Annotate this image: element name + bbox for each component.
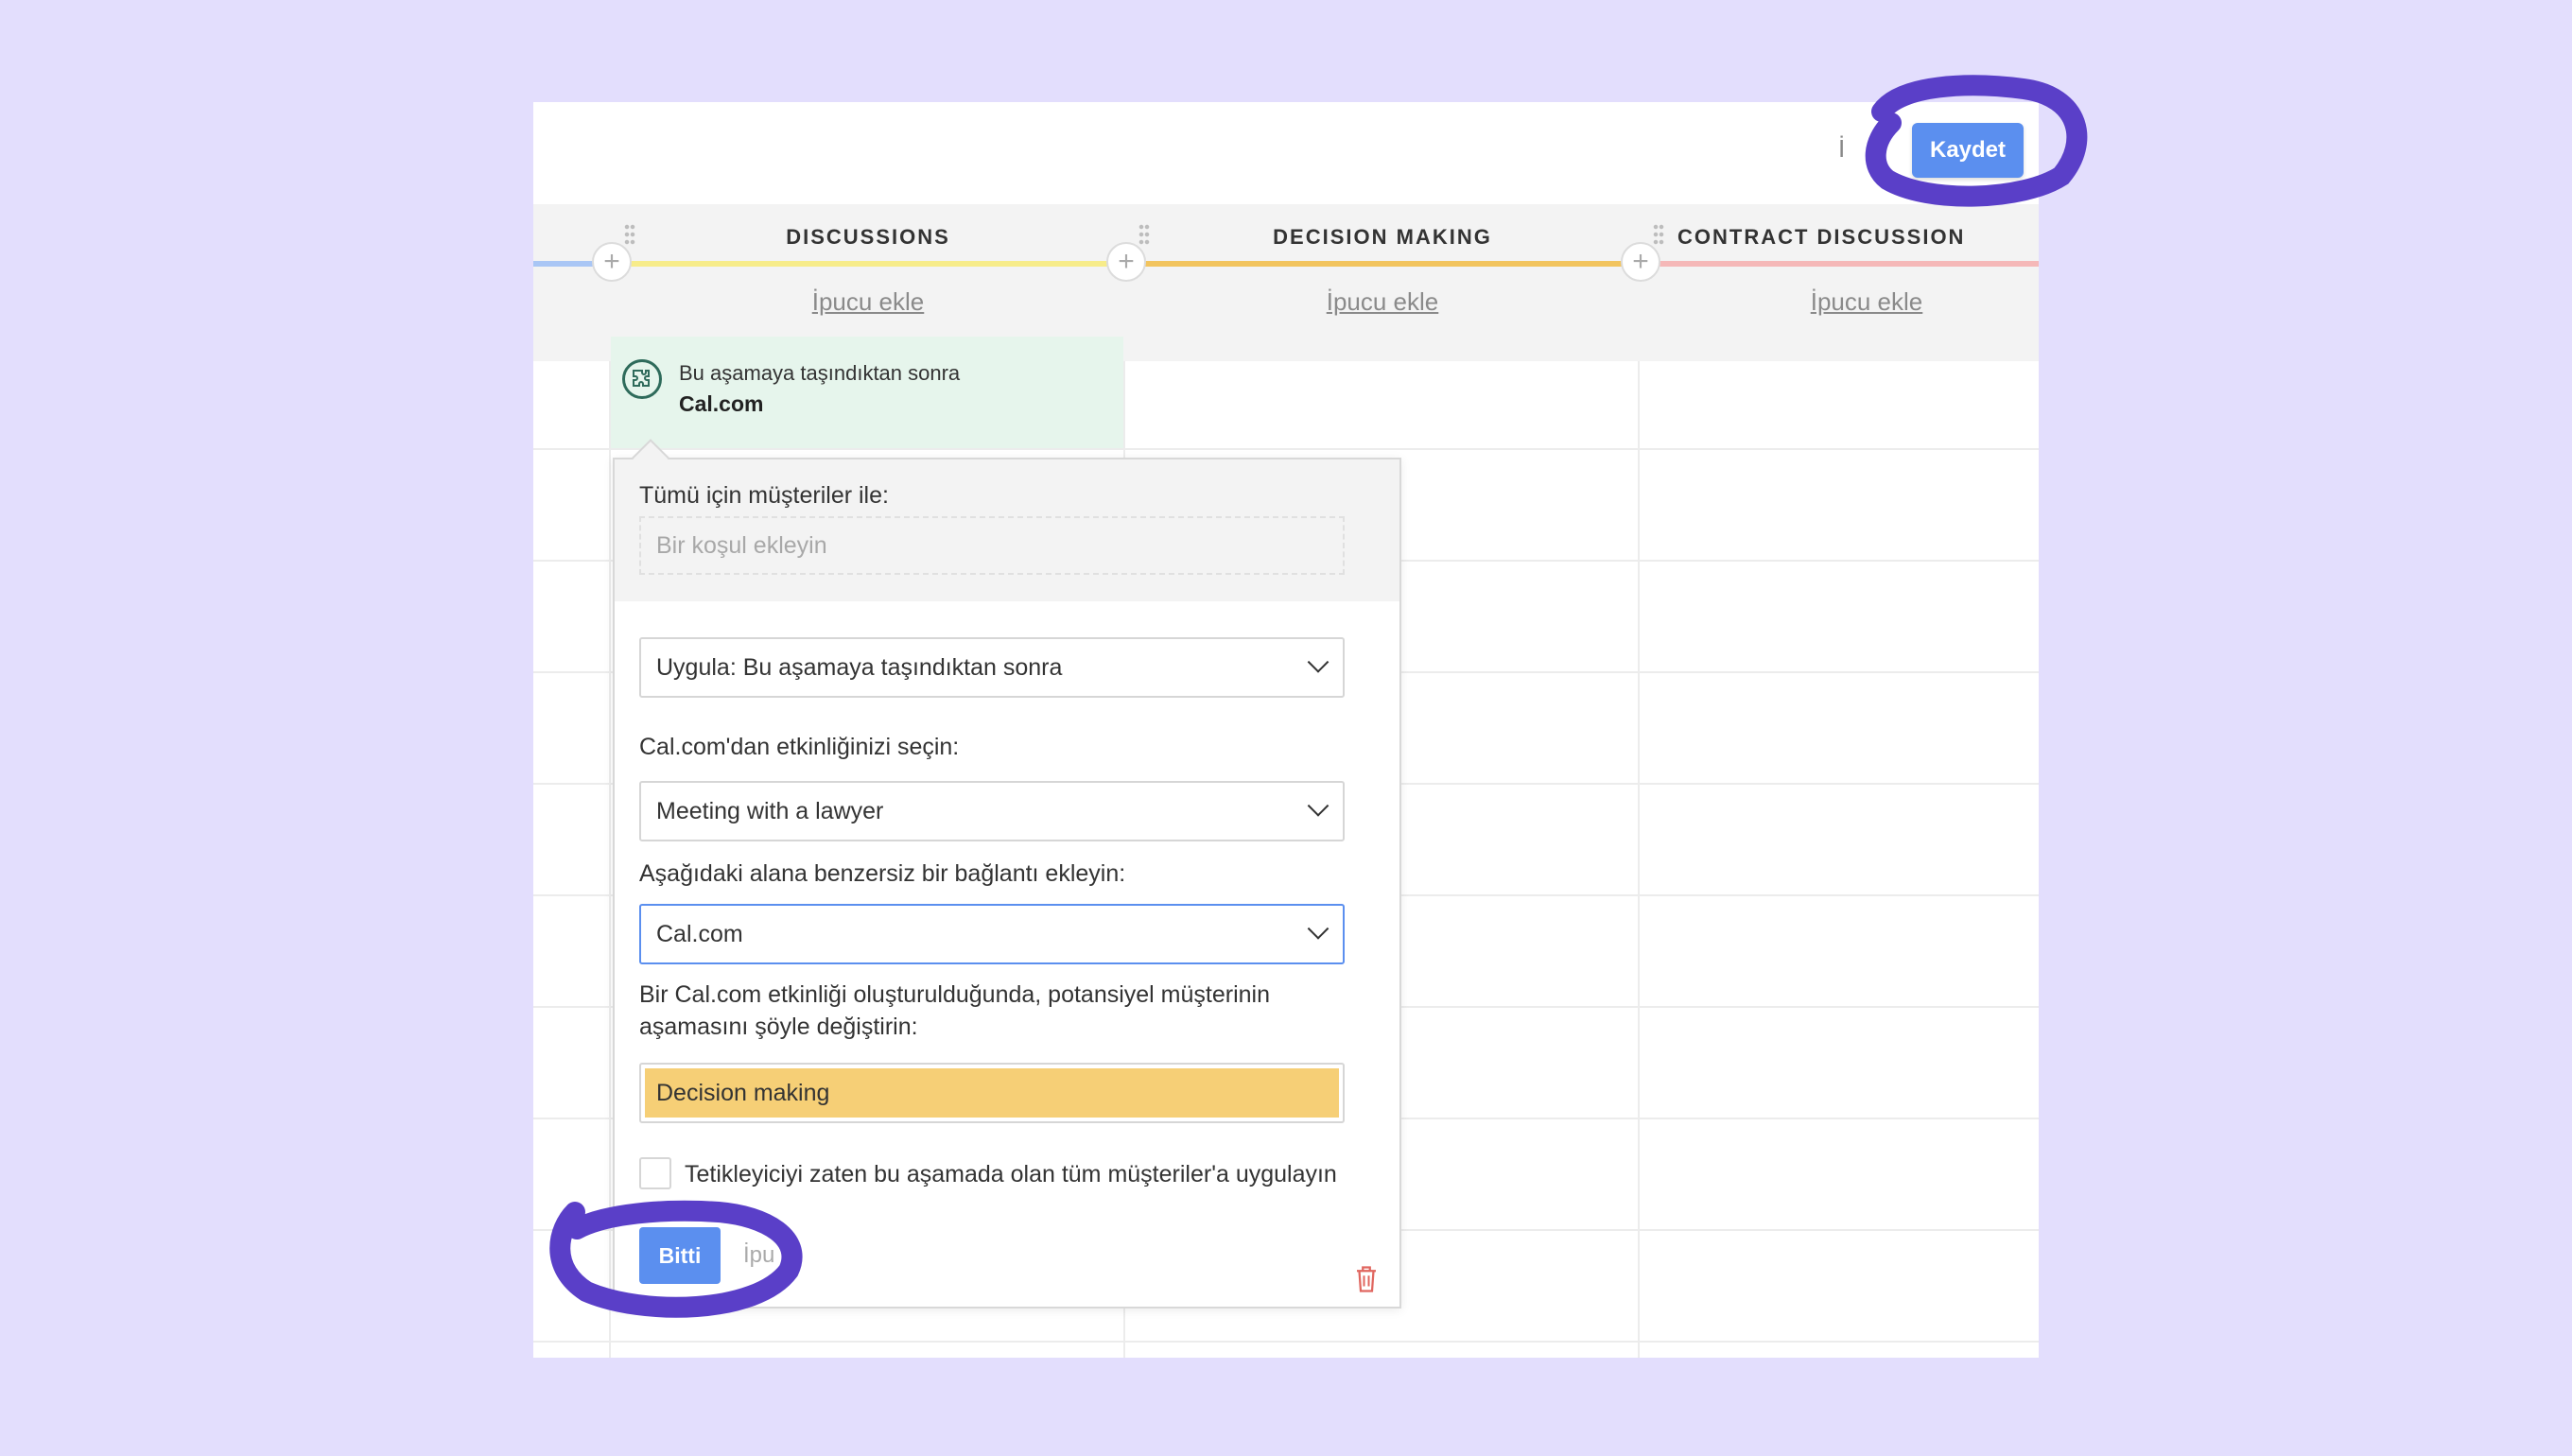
grid-row-line: [533, 448, 2039, 450]
cancel-link[interactable]: İ: [1838, 134, 1845, 164]
add-hint-link[interactable]: İpucu ekle: [1125, 287, 1640, 317]
apply-select-value: Uygula: Bu aşamaya taşındıktan sonra: [656, 653, 1063, 681]
add-hint-link[interactable]: İpucu ekle: [1725, 287, 2008, 317]
grid-row-line: [533, 1341, 2039, 1343]
trigger-title: Bu aşamaya taşındıktan sonra: [679, 361, 961, 385]
chevron-down-icon: [1307, 651, 1329, 673]
trigger-card-calcom[interactable]: Bu aşamaya taşındıktan sonra Cal.com: [611, 337, 1123, 448]
done-button[interactable]: Bitti: [639, 1227, 721, 1284]
condition-label: Tümü için müşteriler ile:: [639, 482, 889, 509]
target-stage-value: Decision making: [645, 1068, 1339, 1118]
trigger-name: Cal.com: [679, 391, 764, 416]
add-hint-link[interactable]: İpucu ekle: [611, 287, 1125, 317]
link-field-value: Cal.com: [656, 920, 743, 947]
cancel-link[interactable]: İpu: [743, 1242, 774, 1269]
add-stage-plus-icon[interactable]: +: [1621, 242, 1660, 282]
target-stage-select[interactable]: Decision making: [639, 1063, 1345, 1123]
condition-section: Tümü için müşteriler ile: Bir koşul ekle…: [615, 459, 1399, 601]
event-select[interactable]: Meeting with a lawyer: [639, 781, 1345, 841]
add-stage-plus-icon[interactable]: +: [1106, 242, 1146, 282]
stage-change-label-line1: Bir Cal.com etkinliği oluşturulduğunda, …: [639, 981, 1271, 1008]
apply-existing-label: Tetikleyiciyi zaten bu aşamada olan tüm …: [685, 1161, 1337, 1187]
stage-color-bar: [611, 261, 1125, 267]
link-label: Aşağıdaki alana benzersiz bir bağlantı e…: [639, 860, 1126, 887]
top-bar: İ Kaydet: [533, 102, 2039, 204]
stage-name: DECISION MAKING: [1273, 225, 1492, 249]
chevron-down-icon: [1307, 795, 1329, 817]
add-stage-plus-icon[interactable]: +: [592, 242, 632, 282]
stage-name: DISCUSSIONS: [786, 225, 950, 249]
trash-icon[interactable]: [1352, 1263, 1381, 1295]
save-button[interactable]: Kaydet: [1912, 123, 2024, 178]
link-field-select[interactable]: Cal.com: [639, 904, 1345, 964]
apply-select[interactable]: Uygula: Bu aşamaya taşındıktan sonra: [639, 637, 1345, 698]
chevron-down-icon: [1307, 918, 1329, 940]
stage-color-bar: [1640, 261, 2039, 267]
stage-header-contract-discussion: CONTRACT DISCUSSION İpucu ekle: [1640, 204, 2039, 361]
stage-color-bar: [1125, 261, 1640, 267]
event-select-value: Meeting with a lawyer: [656, 797, 884, 824]
drag-handle-icon[interactable]: [1653, 223, 1664, 246]
apply-existing-checkbox[interactable]: [639, 1157, 671, 1189]
stage-header-decision-making: DECISION MAKING İpucu ekle: [1125, 204, 1642, 361]
add-condition-input[interactable]: Bir koşul ekleyin: [639, 516, 1345, 575]
stage-change-label-line2: aşamasını şöyle değiştirin:: [639, 1014, 918, 1040]
grid-column: [533, 361, 611, 1358]
trigger-settings-popover: Tümü için müşteriler ile: Bir koşul ekle…: [613, 458, 1401, 1309]
puzzle-icon: [622, 359, 662, 399]
stage-header-previous: [533, 204, 613, 361]
stage-name: CONTRACT DISCUSSION: [1677, 225, 1966, 249]
event-label: Cal.com'dan etkinliğinizi seçin:: [639, 734, 960, 760]
